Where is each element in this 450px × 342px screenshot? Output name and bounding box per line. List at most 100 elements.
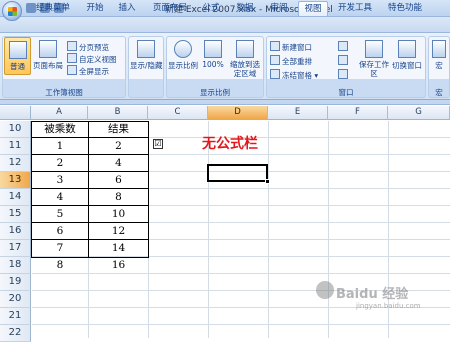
full-screen-button[interactable]: 全屏显示: [67, 65, 109, 76]
tab-classic-menu[interactable]: 经典菜单: [28, 1, 78, 16]
save-workspace-button[interactable]: 保存工作区: [358, 40, 390, 80]
row-header-13[interactable]: 13: [0, 172, 31, 189]
cell-b18[interactable]: 16: [89, 257, 148, 274]
page-layout-icon: [39, 40, 57, 58]
column-header-b[interactable]: B: [88, 106, 148, 120]
column-header-e[interactable]: E: [268, 106, 328, 120]
zoom-to-selection-button[interactable]: 缩放到选定区域: [227, 40, 263, 84]
arrange-all-label: 全部重排: [282, 57, 312, 66]
zoom-100-label: 100%: [202, 60, 224, 69]
cell-a18[interactable]: 8: [32, 257, 88, 274]
zoom-button[interactable]: 显示比例: [167, 40, 199, 76]
column-header-c[interactable]: C: [148, 106, 208, 120]
new-window-label: 新建窗口: [282, 43, 312, 52]
page-break-preview-button[interactable]: 分页预览: [67, 41, 109, 52]
row-header-18[interactable]: 18: [0, 257, 31, 274]
row-header-19[interactable]: 19: [0, 274, 31, 291]
tab-view[interactable]: 视图: [298, 1, 328, 16]
cell-b11[interactable]: 2: [89, 138, 148, 155]
cell-a11[interactable]: 1: [32, 138, 88, 155]
row-header-17[interactable]: 17: [0, 240, 31, 257]
ribbon-tab-row: [0, 17, 450, 33]
active-cell-d13[interactable]: [207, 164, 268, 182]
zoom-100-button[interactable]: 100%: [201, 40, 225, 76]
full-screen-label: 全屏显示: [79, 67, 109, 76]
hide-window-icon: [338, 55, 348, 65]
page-break-icon: [67, 41, 77, 51]
zoom-button-label: 显示比例: [168, 61, 198, 70]
show-hide-button[interactable]: 显示/隐藏: [130, 40, 163, 78]
cell-b12[interactable]: 4: [89, 155, 148, 172]
switch-windows-label: 切换窗口: [392, 61, 422, 70]
workbook-views-group-label: 工作簿视图: [45, 88, 83, 97]
tab-home[interactable]: 开始: [80, 1, 110, 16]
show-hide-icon: [137, 40, 155, 58]
tab-developer[interactable]: 开发工具: [332, 1, 378, 16]
unhide-window-icon: [338, 69, 348, 79]
cell-b16[interactable]: 12: [89, 223, 148, 240]
row-header-12[interactable]: 12: [0, 155, 31, 172]
column-header-a[interactable]: A: [31, 106, 88, 120]
tab-insert[interactable]: 插入: [112, 1, 142, 16]
page-layout-view-label: 页面布局: [33, 61, 63, 70]
select-all-corner[interactable]: [0, 106, 31, 120]
new-window-button[interactable]: 新建窗口: [270, 41, 312, 52]
macros-button[interactable]: 宏: [430, 40, 448, 76]
cell-a10[interactable]: 被乘数: [32, 121, 88, 138]
tab-data[interactable]: 数据: [230, 1, 260, 16]
cell-a16[interactable]: 6: [32, 223, 88, 240]
row-header-15[interactable]: 15: [0, 206, 31, 223]
cell-a13[interactable]: 3: [32, 172, 88, 189]
zoom-selection-icon: [236, 40, 254, 58]
cell-a14[interactable]: 4: [32, 189, 88, 206]
gridline: [32, 324, 450, 325]
cell-a15[interactable]: 5: [32, 206, 88, 223]
row-header-11[interactable]: 11: [0, 138, 31, 155]
freeze-panes-button[interactable]: 冻结窗格 ▾: [270, 69, 318, 80]
hide-window-button[interactable]: [338, 55, 350, 66]
zoom-to-selection-label: 缩放到选定区域: [230, 60, 260, 78]
magnifier-icon: [174, 40, 192, 58]
cell-b15[interactable]: 10: [89, 206, 148, 223]
split-button[interactable]: [338, 41, 350, 52]
freeze-panes-icon: [270, 69, 280, 79]
tab-formulas[interactable]: 公式: [196, 1, 226, 16]
office-button[interactable]: [2, 1, 22, 21]
cell-a12[interactable]: 2: [32, 155, 88, 172]
row-header-20[interactable]: 20: [0, 291, 31, 308]
tab-review[interactable]: 审阅: [264, 1, 294, 16]
normal-view-button[interactable]: 普通: [4, 37, 31, 75]
cell-a17[interactable]: 7: [32, 240, 88, 257]
cell-b10[interactable]: 结果: [89, 121, 148, 138]
new-window-icon: [270, 41, 280, 51]
row-header-16[interactable]: 16: [0, 223, 31, 240]
normal-view-icon: [8, 41, 27, 59]
switch-windows-button[interactable]: 切换窗口: [390, 40, 424, 80]
baidu-paw-icon: [316, 281, 334, 299]
watermark-text: Baidu 经验: [336, 287, 409, 302]
column-header-g[interactable]: G: [388, 106, 450, 120]
window-group-label: 窗口: [338, 88, 354, 97]
page-layout-view-button[interactable]: 页面布局: [31, 40, 65, 75]
unhide-window-button[interactable]: [338, 69, 350, 80]
arrange-all-icon: [270, 55, 280, 65]
tab-page-layout[interactable]: 页面布局: [146, 1, 194, 16]
tab-special-features[interactable]: 特色功能: [382, 1, 428, 16]
arrange-all-button[interactable]: 全部重排: [270, 55, 312, 66]
cell-b14[interactable]: 8: [89, 189, 148, 206]
fill-handle[interactable]: [265, 179, 270, 184]
custom-views-button[interactable]: 自定义视图: [67, 53, 117, 64]
checkbox[interactable]: ☑: [153, 139, 163, 149]
row-header-10[interactable]: 10: [0, 121, 31, 138]
row-header-22[interactable]: 22: [0, 325, 31, 342]
macros-label: 宏: [435, 61, 443, 70]
split-icon: [338, 41, 348, 51]
row-header-21[interactable]: 21: [0, 308, 31, 325]
watermark-url: jingyan.baidu.com: [356, 302, 421, 310]
row-header-14[interactable]: 14: [0, 189, 31, 206]
cell-b17[interactable]: 14: [89, 240, 148, 257]
column-header-f[interactable]: F: [328, 106, 388, 120]
save-workspace-label: 保存工作区: [359, 60, 389, 78]
cell-b13[interactable]: 6: [89, 172, 148, 189]
column-header-d[interactable]: D: [208, 106, 268, 120]
